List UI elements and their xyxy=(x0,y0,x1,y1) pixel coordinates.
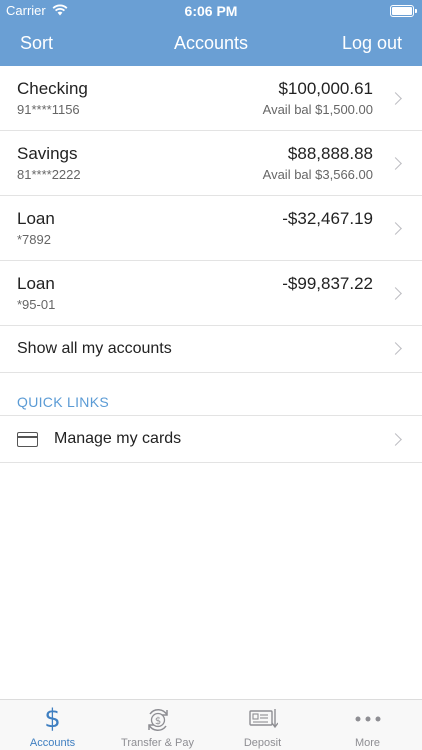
tab-label: Transfer & Pay xyxy=(121,737,194,749)
quick-links-title: QUICK LINKS xyxy=(17,394,109,410)
account-row-loan-9501[interactable]: Loan *95-01 -$99,837.22 xyxy=(0,261,422,326)
tab-label: Deposit xyxy=(243,737,282,749)
account-number: *95-01 xyxy=(17,297,56,312)
available-balance: Avail bal $1,500.00 xyxy=(262,102,373,117)
tab-label: Accounts xyxy=(29,737,76,749)
chevron-right-icon xyxy=(389,342,402,355)
account-name: Savings xyxy=(17,144,78,163)
credit-card-icon xyxy=(17,432,38,447)
show-all-accounts-label: Show all my accounts xyxy=(17,340,172,357)
manage-cards-row[interactable]: Manage my cards xyxy=(0,416,422,463)
show-all-accounts-row[interactable]: Show all my accounts xyxy=(0,326,422,373)
account-balance: $100,000.61 xyxy=(278,79,373,98)
quick-links-header: QUICK LINKS xyxy=(0,386,422,416)
account-row-loan-7892[interactable]: Loan *7892 -$32,467.19 xyxy=(0,196,422,261)
tab-transfer-pay[interactable]: $ Transfer & Pay xyxy=(105,700,210,750)
logout-button[interactable]: Log out xyxy=(342,33,402,54)
account-number: *7892 xyxy=(17,232,51,247)
more-dots-icon xyxy=(315,706,420,732)
account-number: 81****2222 xyxy=(17,167,81,182)
tab-more[interactable]: More xyxy=(315,700,420,750)
account-name: Loan xyxy=(17,274,55,293)
account-number: 91****1156 xyxy=(17,102,80,117)
accounts-list: Checking 91****1156 $100,000.61 Avail ba… xyxy=(0,66,422,373)
status-bar: Carrier 6:06 PM xyxy=(0,0,422,22)
account-row-savings[interactable]: Savings 81****2222 $88,888.88 Avail bal … xyxy=(0,131,422,196)
tab-deposit[interactable]: Deposit xyxy=(210,700,315,750)
manage-cards-label: Manage my cards xyxy=(54,430,182,447)
account-balance: -$32,467.19 xyxy=(282,209,373,228)
chevron-right-icon xyxy=(389,157,402,170)
battery-icon xyxy=(390,5,417,17)
available-balance: Avail bal $3,566.00 xyxy=(262,167,373,182)
dollar-icon: $ xyxy=(44,704,61,734)
transfer-icon: $ xyxy=(105,706,210,732)
chevron-right-icon xyxy=(389,287,402,300)
account-balance: $88,888.88 xyxy=(287,144,373,163)
account-name: Loan xyxy=(17,209,55,228)
chevron-right-icon xyxy=(389,222,402,235)
nav-bar: Sort Accounts Log out xyxy=(0,22,422,66)
account-row-checking[interactable]: Checking 91****1156 $100,000.61 Avail ba… xyxy=(0,66,422,131)
tab-label: More xyxy=(354,737,381,749)
tab-bar: $ Accounts $ Transfer & Pay Deposit More xyxy=(0,699,422,750)
deposit-check-icon xyxy=(210,706,315,732)
tab-accounts[interactable]: $ Accounts xyxy=(0,700,105,750)
account-balance: -$99,837.22 xyxy=(282,274,373,293)
account-name: Checking xyxy=(17,79,88,98)
sort-button[interactable]: Sort xyxy=(20,33,53,54)
svg-text:$: $ xyxy=(154,716,160,727)
status-time: 6:06 PM xyxy=(184,3,238,19)
chevron-right-icon xyxy=(389,433,402,446)
chevron-right-icon xyxy=(389,92,402,105)
